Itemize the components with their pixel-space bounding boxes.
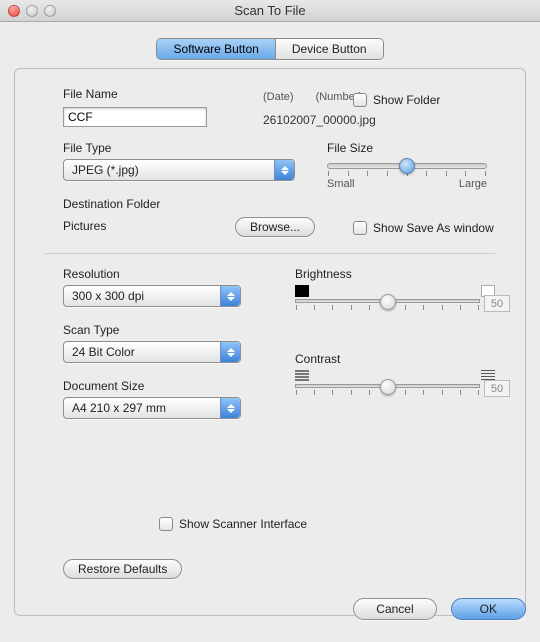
cancel-button[interactable]: Cancel — [353, 598, 436, 620]
scantype-value: 24 Bit Color — [72, 345, 135, 359]
contrast-label: Contrast — [295, 352, 495, 366]
scantype-label: Scan Type — [63, 323, 243, 337]
filesize-small-label: Small — [327, 178, 355, 190]
restore-defaults-button[interactable]: Restore Defaults — [63, 559, 182, 579]
scantype-section: Scan Type 24 Bit Color — [63, 323, 243, 363]
docsize-select[interactable]: A4 210 x 297 mm — [63, 397, 241, 419]
destination-path: Pictures — [63, 219, 106, 233]
tab-device-button[interactable]: Device Button — [275, 39, 383, 59]
destination-label: Destination Folder — [63, 197, 503, 211]
window-title: Scan To File — [0, 3, 540, 18]
ok-button[interactable]: OK — [451, 598, 526, 620]
minimize-window-button[interactable] — [26, 5, 38, 17]
show-folder-checkbox-row: Show Folder — [353, 93, 440, 107]
filename-pattern-labels: (Date) (Number) — [263, 91, 362, 103]
filesize-label: File Size — [327, 141, 487, 155]
destination-section: Destination Folder Pictures — [63, 197, 503, 215]
select-stepper-icon — [220, 286, 240, 306]
contrast-slider[interactable] — [295, 384, 480, 388]
contrast-value: 50 — [484, 380, 510, 397]
docsize-section: Document Size A4 210 x 297 mm — [63, 379, 243, 419]
titlebar: Scan To File — [0, 0, 540, 22]
brightness-range-icons — [295, 285, 495, 297]
show-folder-label: Show Folder — [373, 93, 440, 107]
brightness-value: 50 — [484, 295, 510, 312]
show-saveas-checkbox[interactable] — [353, 221, 367, 235]
resolution-select[interactable]: 300 x 300 dpi — [63, 285, 241, 307]
filetype-label: File Type — [63, 141, 303, 155]
resolution-label: Resolution — [63, 267, 243, 281]
scantype-select[interactable]: 24 Bit Color — [63, 341, 241, 363]
contrast-range-icons — [295, 370, 495, 382]
show-scanner-interface-row: Show Scanner Interface — [159, 517, 307, 531]
zoom-window-button[interactable] — [44, 5, 56, 17]
brightness-slider[interactable] — [295, 299, 480, 303]
brightness-section: Brightness 50 — [295, 267, 495, 310]
traffic-lights — [0, 5, 56, 17]
filesize-section: File Size Small Large — [327, 141, 487, 190]
main-panel: File Name (Date) (Number) 26102007_00000… — [14, 68, 526, 616]
docsize-value: A4 210 x 297 mm — [72, 401, 166, 415]
contrast-low-icon — [295, 370, 309, 382]
docsize-label: Document Size — [63, 379, 243, 393]
contrast-section: Contrast 50 — [295, 352, 495, 395]
tab-bar: Software Button Device Button — [0, 38, 540, 60]
section-divider — [45, 253, 495, 254]
brightness-dark-icon — [295, 285, 309, 297]
tab-segmented-control: Software Button Device Button — [156, 38, 383, 60]
close-window-button[interactable] — [8, 5, 20, 17]
select-stepper-icon — [274, 160, 294, 180]
filetype-section: File Type JPEG (*.jpg) — [63, 141, 303, 181]
show-scanner-interface-label: Show Scanner Interface — [179, 517, 307, 531]
select-stepper-icon — [220, 342, 240, 362]
filetype-value: JPEG (*.jpg) — [72, 163, 139, 177]
resolution-value: 300 x 300 dpi — [72, 289, 144, 303]
browse-button[interactable]: Browse... — [235, 217, 315, 237]
show-saveas-checkbox-row: Show Save As window — [353, 221, 494, 235]
tab-software-button[interactable]: Software Button — [157, 39, 274, 59]
filename-input[interactable] — [63, 107, 207, 127]
date-label: (Date) — [263, 91, 294, 103]
brightness-label: Brightness — [295, 267, 495, 281]
filesize-range-labels: Small Large — [327, 178, 487, 190]
select-stepper-icon — [220, 398, 240, 418]
filesize-slider[interactable] — [327, 163, 487, 169]
show-saveas-label: Show Save As window — [373, 221, 494, 235]
filesize-large-label: Large — [459, 178, 487, 190]
show-scanner-interface-checkbox[interactable] — [159, 517, 173, 531]
filename-example: 26102007_00000.jpg — [263, 113, 376, 127]
resolution-section: Resolution 300 x 300 dpi — [63, 267, 243, 307]
show-folder-checkbox[interactable] — [353, 93, 367, 107]
filetype-select[interactable]: JPEG (*.jpg) — [63, 159, 295, 181]
dialog-footer: Cancel OK — [0, 598, 526, 620]
